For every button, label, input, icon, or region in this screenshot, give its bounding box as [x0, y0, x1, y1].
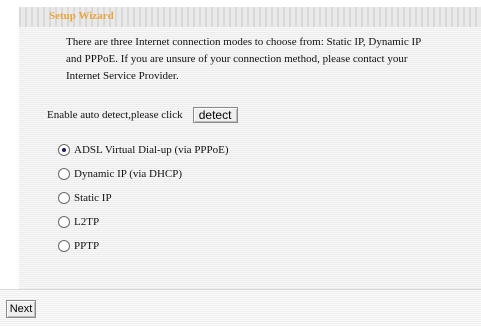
auto-detect-label: Enable auto detect,please click [47, 109, 183, 121]
option-dhcp[interactable]: Dynamic IP (via DHCP) [58, 162, 229, 186]
radio-button[interactable] [58, 168, 70, 180]
intro-line: There are three Internet connection mode… [66, 36, 422, 48]
footer: Next [0, 290, 481, 326]
intro-line: and PPPoE. If you are unsure of your con… [66, 53, 408, 65]
connection-mode-options: ADSL Virtual Dial-up (via PPPoE) Dynamic… [58, 138, 229, 258]
radio-button[interactable] [58, 240, 70, 252]
option-label: L2TP [74, 216, 100, 228]
option-static-ip[interactable]: Static IP [58, 186, 229, 210]
option-label: PPTP [74, 240, 100, 252]
radio-button[interactable] [58, 192, 70, 204]
option-label: ADSL Virtual Dial-up (via PPPoE) [74, 144, 229, 156]
next-button[interactable]: Next [6, 300, 36, 318]
option-label: Static IP [74, 192, 112, 204]
option-pppoe[interactable]: ADSL Virtual Dial-up (via PPPoE) [58, 138, 229, 162]
title-bar: Setup Wizard [19, 7, 481, 27]
intro-line: Internet Service Provider. [66, 70, 179, 82]
auto-detect-row: Enable auto detect,please click detect [47, 107, 238, 123]
option-l2tp[interactable]: L2TP [58, 210, 229, 234]
option-label: Dynamic IP (via DHCP) [74, 168, 183, 180]
radio-button-checked[interactable] [58, 144, 70, 156]
option-pptp[interactable]: PPTP [58, 234, 229, 258]
radio-button[interactable] [58, 216, 70, 228]
page-title: Setup Wizard [49, 10, 114, 22]
detect-button[interactable]: detect [192, 107, 238, 123]
intro-text: There are three Internet connection mode… [66, 34, 466, 85]
